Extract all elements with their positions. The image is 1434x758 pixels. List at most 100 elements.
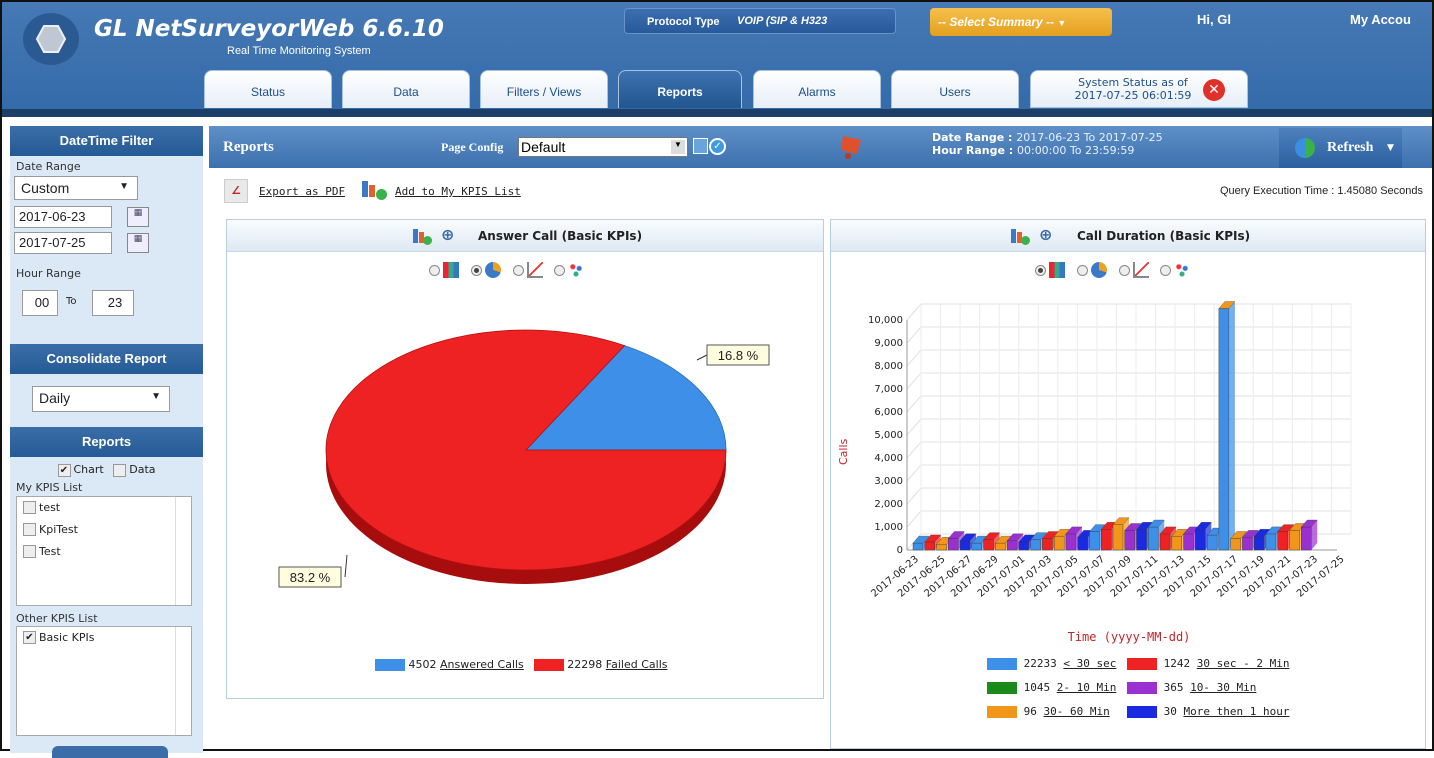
zoom-in-icon[interactable]: ⊕ xyxy=(1039,225,1052,244)
bar[interactable] xyxy=(1101,529,1112,551)
pdf-icon[interactable]: ∠ xyxy=(224,179,248,203)
hour-from-field[interactable]: 00 xyxy=(22,290,58,316)
add-kpi-icon[interactable] xyxy=(362,179,388,203)
date-to-field[interactable]: 2017-07-25 xyxy=(14,232,112,254)
refresh-button[interactable]: Refresh ▼ xyxy=(1279,128,1402,168)
list-item[interactable]: KpiTest xyxy=(17,519,191,541)
save-icon[interactable] xyxy=(693,138,708,154)
bar[interactable] xyxy=(983,539,994,551)
kpi-checkbox[interactable] xyxy=(23,501,36,514)
legend-item[interactable]: 22298 Failed Calls xyxy=(533,658,668,671)
add-kpi-icon[interactable] xyxy=(413,227,432,245)
bar[interactable] xyxy=(1089,531,1100,551)
bar[interactable] xyxy=(1077,537,1088,551)
bar[interactable] xyxy=(1136,529,1147,551)
bar[interactable] xyxy=(936,544,947,551)
list-item[interactable]: test xyxy=(17,497,191,519)
export-pdf-link[interactable]: Export as PDF xyxy=(259,185,345,198)
bar[interactable] xyxy=(1289,530,1300,551)
list-item[interactable]: ✔ Basic KPIs xyxy=(17,627,191,649)
bar[interactable] xyxy=(971,542,983,551)
bar[interactable] xyxy=(1230,538,1241,551)
line-chart-radio[interactable] xyxy=(512,264,524,276)
legend-item[interactable]: 22233 < 30 sec xyxy=(987,657,1127,681)
date-from-field[interactable]: 2017-06-23 xyxy=(14,206,112,228)
tab-alarms[interactable]: Alarms xyxy=(753,70,881,108)
pie-chart-radio[interactable] xyxy=(1076,264,1088,276)
legend-item[interactable]: 1045 2- 10 Min xyxy=(987,681,1127,705)
other-kpis-list[interactable]: ✔ Basic KPIs xyxy=(16,625,192,736)
legend-label[interactable]: 30 sec - 2 Min xyxy=(1197,657,1290,670)
protocol-type-select[interactable]: Protocol Type VOIP (SIP & H323 xyxy=(624,8,896,34)
bar[interactable] xyxy=(912,542,924,551)
legend-label[interactable]: 30- 60 Min xyxy=(1044,705,1110,718)
bar[interactable] xyxy=(1242,537,1253,551)
select-summary-dropdown[interactable]: -- Select Summary -- ▼ xyxy=(930,8,1112,36)
bar[interactable] xyxy=(1253,535,1265,551)
chart-checkbox[interactable]: ✔ xyxy=(57,463,71,477)
legend-label[interactable]: 2- 10 Min xyxy=(1057,681,1117,694)
bar[interactable] xyxy=(924,541,935,551)
pie-chart-radio[interactable] xyxy=(470,264,482,276)
bar[interactable] xyxy=(1265,533,1277,551)
system-status-tab[interactable]: System Status as of 2017-07-25 06:01:59 ✕ xyxy=(1030,70,1248,108)
bar[interactable] xyxy=(1277,531,1288,551)
bar[interactable] xyxy=(959,540,971,551)
tab-status[interactable]: Status xyxy=(204,70,332,108)
bar[interactable] xyxy=(1053,535,1065,551)
bar[interactable] xyxy=(1124,530,1135,551)
legend-item[interactable]: 4502 Answered Calls xyxy=(375,658,524,671)
legend-label[interactable]: 10- 30 Min xyxy=(1190,681,1256,694)
tab-data[interactable]: Data xyxy=(342,70,470,108)
bar[interactable] xyxy=(1206,534,1218,551)
bar[interactable] xyxy=(948,538,959,551)
bar[interactable] xyxy=(1065,533,1077,551)
page-config-select[interactable]: Default ▼ xyxy=(518,137,688,157)
legend-label[interactable]: < 30 sec xyxy=(1063,657,1116,670)
list-item[interactable]: Test xyxy=(17,541,191,563)
calendar-icon[interactable]: ▦ xyxy=(127,207,149,227)
data-checkbox[interactable] xyxy=(113,463,127,477)
bar[interactable] xyxy=(1030,539,1041,551)
kpi-checkbox[interactable] xyxy=(23,523,36,536)
scrollbar[interactable] xyxy=(175,496,191,605)
bar[interactable] xyxy=(995,542,1006,551)
alarm-bell-icon[interactable] xyxy=(837,132,865,162)
bar[interactable] xyxy=(1301,526,1312,551)
bar[interactable] xyxy=(1183,533,1194,551)
add-kpis-link[interactable]: Add to My KPIS List xyxy=(395,185,521,198)
legend-item[interactable]: 365 10- 30 Min xyxy=(1127,681,1287,705)
bar[interactable] xyxy=(1018,541,1030,551)
bar-chart-radio[interactable] xyxy=(429,264,440,276)
legend-item[interactable]: 96 30- 60 Min xyxy=(987,705,1127,729)
date-range-select[interactable]: Custom ▼ xyxy=(14,176,138,200)
add-kpi-icon[interactable] xyxy=(1011,227,1030,245)
bar[interactable] xyxy=(1195,529,1206,551)
legend-label[interactable]: Answered Calls xyxy=(440,658,524,671)
legend-label[interactable]: Failed Calls xyxy=(606,658,668,671)
tab-users[interactable]: Users xyxy=(891,70,1019,108)
tab-filters-views[interactable]: Filters / Views xyxy=(480,70,608,108)
bar[interactable] xyxy=(1171,535,1183,551)
scrollbar[interactable] xyxy=(175,626,191,735)
close-icon[interactable]: ✕ xyxy=(1203,79,1225,101)
legend-item[interactable]: 1242 30 sec - 2 Min xyxy=(1127,657,1290,681)
tab-reports[interactable]: Reports xyxy=(618,70,742,108)
legend-item[interactable]: 30 More then 1 hour xyxy=(1127,705,1290,729)
bar[interactable] xyxy=(1006,540,1018,551)
hour-to-field[interactable]: 23 xyxy=(92,290,134,316)
line-chart-radio[interactable] xyxy=(1118,264,1130,276)
my-account-link[interactable]: My Accou xyxy=(1350,12,1411,27)
scatter-chart-radio[interactable] xyxy=(1160,264,1172,276)
submit-button[interactable] xyxy=(52,746,168,758)
check-icon[interactable]: ✓ xyxy=(709,138,726,155)
legend-label[interactable]: More then 1 hour xyxy=(1184,705,1290,718)
bar[interactable] xyxy=(1159,533,1171,551)
bar[interactable] xyxy=(1148,526,1159,551)
bar[interactable] xyxy=(1042,538,1053,551)
bar-chart-radio[interactable] xyxy=(1035,264,1046,276)
bar[interactable] xyxy=(1112,524,1124,551)
kpi-checkbox[interactable]: ✔ xyxy=(23,631,36,644)
kpi-checkbox[interactable] xyxy=(23,545,36,558)
bar[interactable] xyxy=(1218,308,1230,551)
